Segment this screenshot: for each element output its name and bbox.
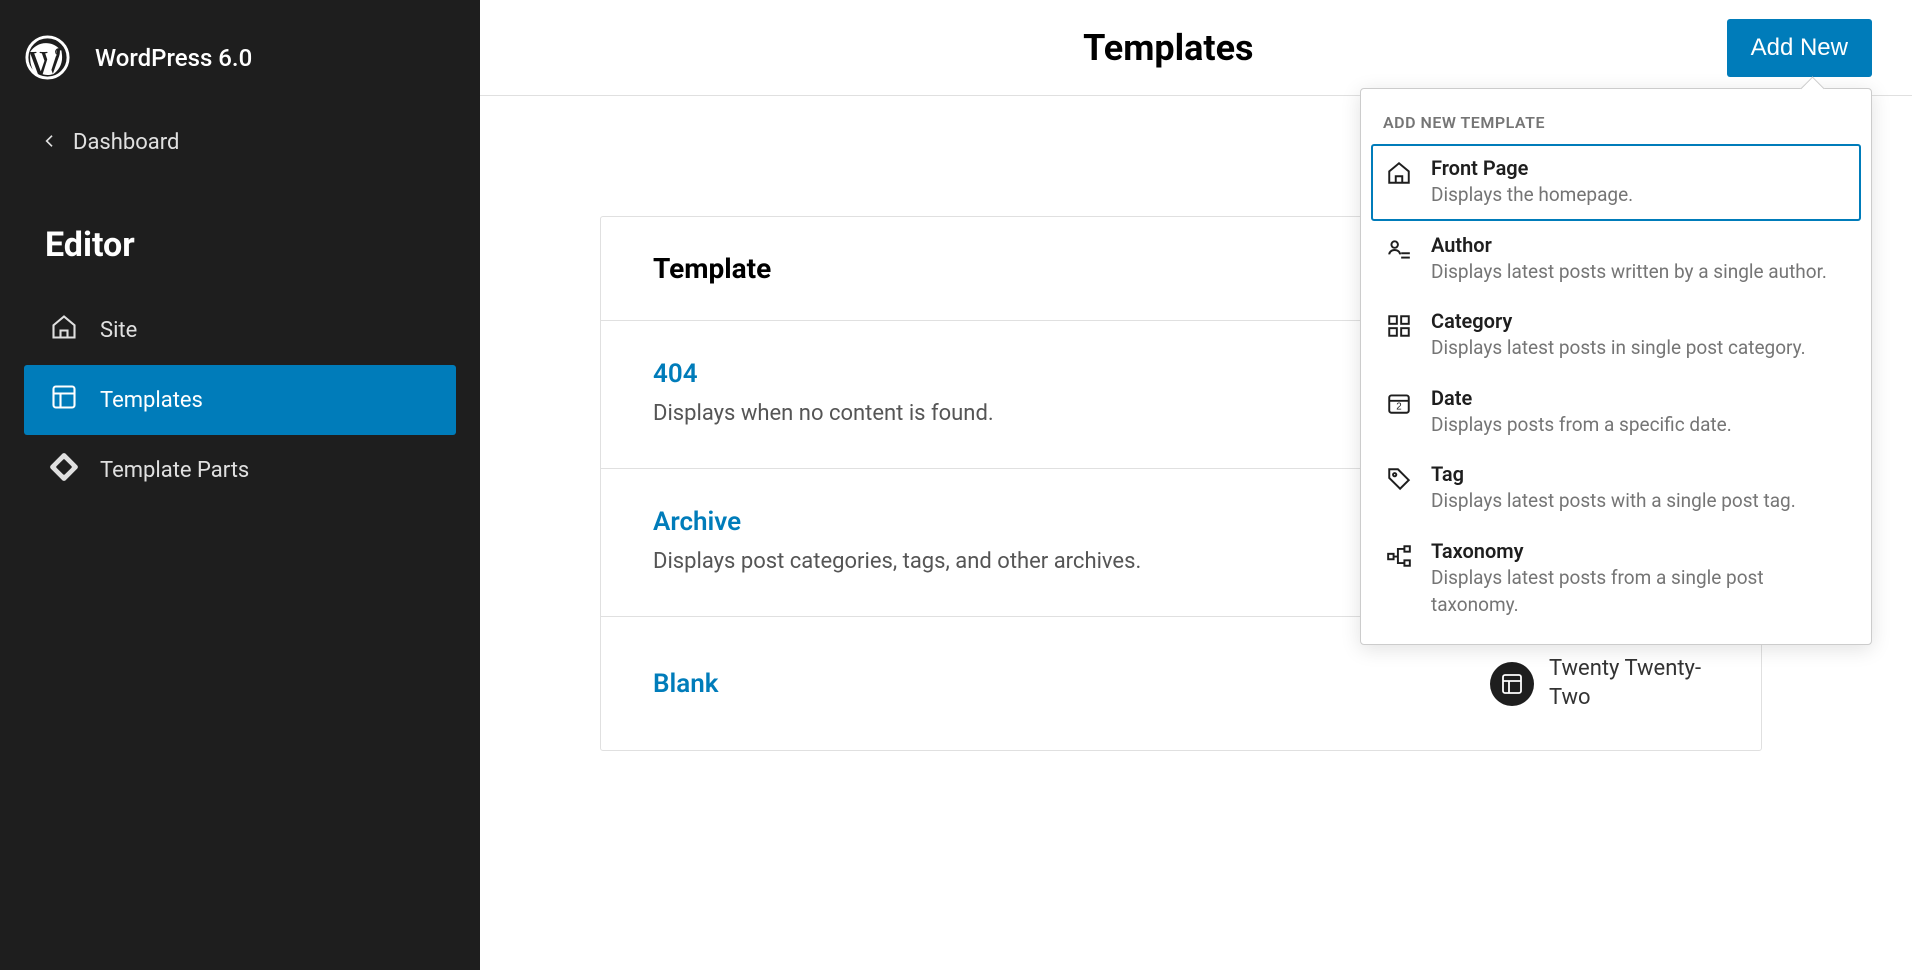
- editor-heading: Editor: [0, 175, 480, 295]
- popover-item-desc: Displays latest posts from a single post…: [1431, 565, 1847, 618]
- wordpress-logo-icon[interactable]: [25, 35, 70, 80]
- popover-item-desc: Displays latest posts with a single post…: [1431, 488, 1847, 515]
- calendar-icon: 2: [1385, 389, 1413, 417]
- add-new-template-popover: Add New Template Front Page Displays the…: [1360, 88, 1872, 645]
- popover-item-desc: Displays latest posts in single post cat…: [1431, 335, 1847, 362]
- popover-item-desc: Displays latest posts written by a singl…: [1431, 259, 1847, 286]
- popover-item-title: Tag: [1431, 462, 1847, 486]
- sidebar-item-template-parts[interactable]: Template Parts: [0, 435, 480, 505]
- sidebar-item-site[interactable]: Site: [0, 295, 480, 365]
- popover-item-title: Date: [1431, 386, 1847, 410]
- sidebar-item-templates[interactable]: Templates: [24, 365, 456, 435]
- theme-layout-icon: [1490, 662, 1534, 706]
- taxonomy-icon: [1385, 542, 1413, 570]
- site-title: WordPress 6.0: [95, 44, 252, 72]
- popover-item-taxonomy[interactable]: Taxonomy Displays latest posts from a si…: [1371, 527, 1861, 630]
- dashboard-back-link[interactable]: Dashboard: [0, 110, 480, 175]
- popover-item-author[interactable]: Author Displays latest posts written by …: [1371, 221, 1861, 298]
- template-title: Blank: [653, 669, 718, 699]
- dashboard-label: Dashboard: [73, 130, 179, 155]
- sidebar: WordPress 6.0 Dashboard Editor Site Temp…: [0, 0, 480, 970]
- sidebar-item-label: Template Parts: [100, 458, 249, 483]
- theme-name: Twenty Twenty-Two: [1549, 655, 1709, 712]
- svg-text:2: 2: [1396, 401, 1401, 412]
- chevron-left-icon: [42, 130, 58, 155]
- page-title: Templates: [953, 27, 1253, 69]
- popover-item-title: Taxonomy: [1431, 539, 1847, 563]
- sidebar-header: WordPress 6.0: [0, 20, 480, 110]
- author-icon: [1385, 236, 1413, 264]
- sidebar-item-label: Site: [100, 318, 137, 343]
- popover-item-desc: Displays posts from a specific date.: [1431, 412, 1847, 439]
- home-icon: [1385, 159, 1413, 187]
- popover-item-category[interactable]: Category Displays latest posts in single…: [1371, 297, 1861, 374]
- popover-item-title: Front Page: [1431, 156, 1847, 180]
- home-icon: [50, 313, 78, 347]
- popover-item-title: Category: [1431, 309, 1847, 333]
- popover-item-front-page[interactable]: Front Page Displays the homepage.: [1371, 144, 1861, 221]
- popover-item-title: Author: [1431, 233, 1847, 257]
- popover-item-date[interactable]: 2 Date Displays posts from a specific da…: [1371, 374, 1861, 451]
- add-new-button[interactable]: Add New: [1727, 19, 1872, 77]
- topbar: Templates Add New: [480, 0, 1912, 96]
- layout-icon: [50, 383, 78, 417]
- grid-icon: [1385, 312, 1413, 340]
- template-parts-icon: [50, 453, 78, 487]
- sidebar-item-label: Templates: [100, 388, 203, 413]
- popover-heading: Add New Template: [1371, 107, 1861, 144]
- popover-item-desc: Displays the homepage.: [1431, 182, 1847, 209]
- tag-icon: [1385, 465, 1413, 493]
- popover-item-tag[interactable]: Tag Displays latest posts with a single …: [1371, 450, 1861, 527]
- theme-chip: Twenty Twenty-Two: [1490, 655, 1709, 712]
- main-content: Templates Add New Template 404 Displays …: [480, 0, 1912, 970]
